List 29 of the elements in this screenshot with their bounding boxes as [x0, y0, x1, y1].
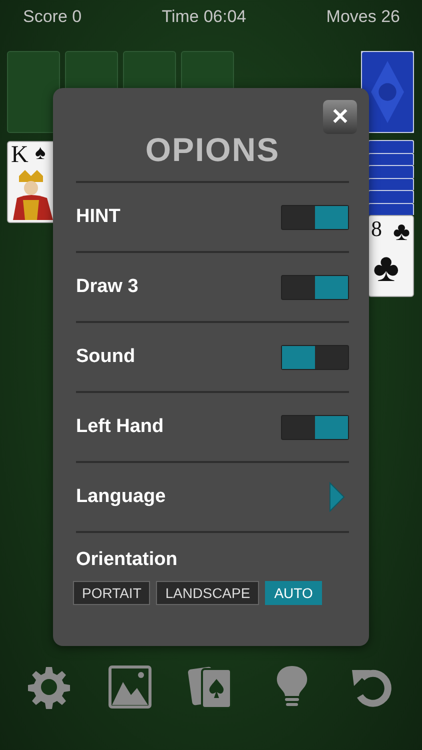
toggle-switch[interactable] [281, 274, 349, 300]
card-back [368, 202, 414, 215]
orientation-option[interactable]: PORTAIT [73, 581, 150, 605]
orientation-option[interactable]: LANDSCAPE [156, 581, 260, 605]
option-label: Left Hand [76, 416, 164, 438]
toggle-switch[interactable] [281, 344, 349, 370]
close-button[interactable]: ✕ [323, 100, 357, 134]
card-back [368, 140, 414, 152]
picture-frame-icon[interactable] [106, 664, 153, 710]
card-back[interactable] [361, 51, 414, 133]
toggle-switch[interactable] [281, 414, 349, 440]
option-label: Language [76, 486, 166, 508]
toggle-switch[interactable] [281, 204, 349, 230]
orientation-option[interactable]: AUTO [265, 581, 322, 605]
card-back [368, 190, 414, 202]
time-label: Time 06:04 [162, 7, 246, 28]
option-label: HINT [76, 206, 120, 228]
card-back [368, 152, 414, 165]
settings-icon[interactable] [26, 664, 72, 710]
option-label: Sound [76, 346, 136, 368]
club-icon: ♣ [373, 246, 400, 291]
option-label: Orientation [76, 549, 178, 571]
card-back [368, 178, 414, 190]
score-label: Score 0 [23, 7, 82, 28]
playing-card[interactable]: 8 ♣ ♣ [368, 215, 414, 297]
card-back [368, 165, 414, 178]
dialog-title: OPIONS [145, 130, 280, 170]
moves-label: Moves 26 [326, 7, 400, 28]
option-label: Draw 3 [76, 276, 138, 298]
